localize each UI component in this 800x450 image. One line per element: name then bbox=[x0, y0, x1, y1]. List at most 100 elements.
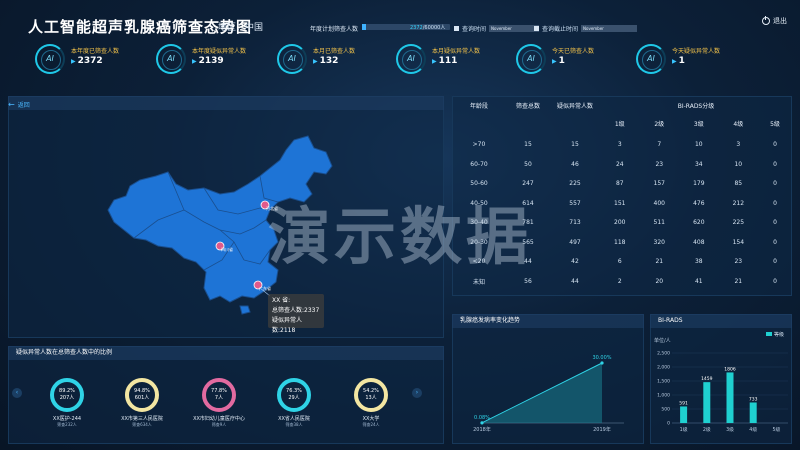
ratio-gauge[interactable]: 54.2% 13人 XX大学 筛查24人 bbox=[336, 378, 406, 428]
table-cell: 50 bbox=[524, 160, 532, 168]
table-cell: 0 bbox=[773, 219, 777, 227]
trend-chart: 0.08% 2018年 30.00% 2019年 bbox=[473, 355, 624, 433]
exit-label: 退出 bbox=[773, 17, 787, 25]
table-cell: 41 bbox=[694, 277, 703, 285]
query-time-checkbox[interactable] bbox=[454, 26, 459, 31]
gauge-ring: 94.8% 601人 bbox=[125, 378, 159, 412]
table-cell: 23 bbox=[734, 258, 743, 266]
y-unit-label: 单位/人 bbox=[654, 337, 671, 344]
birads-bar bbox=[726, 372, 734, 423]
table-row: >70 15 15 3 7 10 3 0 bbox=[452, 135, 792, 155]
region-label: 地区：中国 bbox=[218, 23, 264, 33]
kpi-month-screened: AI 本月已筛查人数 132 bbox=[277, 44, 389, 76]
table-cell: 400 bbox=[653, 199, 665, 207]
gauge-ring: 76.3% 29人 bbox=[277, 378, 311, 412]
kpi-year-screened: AI 本年度已筛查人数 2372 bbox=[35, 44, 147, 76]
birads-chart: 等级 单位/人 0 500 1,000 1,500 2,000 2,500 591 1级 145… bbox=[654, 331, 788, 433]
table-cell: 24 bbox=[615, 160, 624, 168]
birads-bar bbox=[703, 382, 711, 423]
gauge-sub: 筛查634人 bbox=[132, 422, 152, 427]
table-cell: 10 bbox=[734, 160, 743, 168]
table-cell: 225 bbox=[732, 219, 745, 227]
ratio-gauge[interactable]: 76.3% 29人 XX省人民医院 筛查38人 bbox=[259, 378, 329, 428]
gauge-sub: 筛查38人 bbox=[285, 422, 303, 427]
table-cell: 557 bbox=[569, 199, 581, 207]
kpi-year-abnormal: AI 本年度疑似异常人数 2139 bbox=[156, 44, 268, 76]
ai-icon: AI bbox=[516, 44, 546, 74]
table-cell: 7 bbox=[657, 141, 662, 149]
query-time-input[interactable]: November bbox=[489, 25, 540, 32]
gauge-name: XX省人民医院 bbox=[278, 416, 310, 422]
kpi-label: 本年度已筛查人数 bbox=[71, 48, 120, 55]
gauge-count: 29人 bbox=[288, 395, 300, 401]
table-cell: 34 bbox=[694, 160, 703, 168]
plan-label: 年度计划筛查人数 bbox=[310, 26, 359, 33]
tooltip-title: XX 省: bbox=[272, 297, 291, 304]
tooltip-abnormal: 疑似异常人数:2118 bbox=[272, 317, 303, 334]
kpi-label: 本年度疑似异常人数 bbox=[192, 48, 247, 55]
gauge-pct: 54.2% bbox=[363, 388, 379, 394]
prev-arrow-button[interactable]: ‹ bbox=[12, 388, 22, 398]
ratio-gauge[interactable]: 94.8% 601人 XX市第三人民医院 筛查634人 bbox=[107, 378, 177, 428]
query-end-checkbox[interactable] bbox=[534, 26, 539, 31]
trend-title: 乳腺癌发病率变化趋势 bbox=[452, 314, 644, 328]
table-cell: 497 bbox=[569, 238, 581, 246]
table-cell: 44 bbox=[571, 277, 579, 285]
query-end-input[interactable]: November bbox=[581, 25, 638, 32]
trend-x-tick: 2018年 bbox=[473, 426, 491, 433]
query-time-group: 查询时间 November bbox=[454, 24, 540, 33]
gauge-pct: 77.8% bbox=[211, 388, 227, 394]
table-cell: 21 bbox=[655, 258, 664, 266]
birads-x-tick: 5级 bbox=[772, 426, 780, 433]
birads-bar-label: 591 bbox=[679, 400, 688, 406]
plan-value: 2372/60000人 bbox=[410, 24, 445, 31]
query-end-label: 查询截止时间 bbox=[542, 26, 579, 33]
table-cell: 15 bbox=[524, 141, 532, 149]
table-cell: 0 bbox=[773, 238, 777, 246]
gauge-name: XX大学 bbox=[362, 416, 380, 422]
table-cell: 118 bbox=[614, 238, 626, 246]
table-cell: 0 bbox=[773, 258, 777, 266]
table-cell: 0 bbox=[773, 199, 777, 207]
grade-1: 1级 bbox=[614, 120, 625, 128]
table-row: 60-70 50 46 24 23 34 10 0 bbox=[452, 155, 792, 175]
map-region-hainan bbox=[239, 305, 251, 315]
gauge-name: XX市妇幼儿童医疗中心 bbox=[193, 416, 245, 422]
table-cell: 46 bbox=[571, 160, 579, 168]
table-cell: 154 bbox=[732, 238, 745, 246]
table-cell: 0 bbox=[773, 160, 777, 168]
birads-y-tick: 1,000 bbox=[657, 393, 670, 399]
grade-5: 5级 bbox=[770, 120, 780, 128]
table-cell: 38 bbox=[694, 258, 703, 266]
query-end-group: 查询截止时间 November bbox=[534, 24, 638, 33]
ai-icon: AI bbox=[277, 44, 307, 74]
ai-icon: AI bbox=[156, 44, 186, 74]
ratio-gauge[interactable]: 77.8% 7人 XX市妇幼儿童医疗中心 筛查9人 bbox=[184, 378, 254, 428]
table-cell: 225 bbox=[569, 180, 581, 188]
tooltip-total: 总筛查人数:2337 bbox=[272, 307, 320, 314]
back-button[interactable]: ← 返回 bbox=[8, 100, 30, 109]
exit-button[interactable]: 退出 bbox=[762, 16, 787, 26]
table-cell: 85 bbox=[734, 180, 743, 188]
table-cell: 151 bbox=[614, 199, 626, 207]
kpi-value: 1 bbox=[552, 56, 565, 66]
table-cell: 212 bbox=[732, 199, 745, 207]
table-cell: 23 bbox=[655, 160, 664, 168]
next-arrow-button[interactable]: › bbox=[412, 388, 422, 398]
table-cell: 0 bbox=[773, 141, 777, 149]
kpi-value: 111 bbox=[432, 56, 458, 66]
table-cell: 3 bbox=[736, 141, 741, 149]
kpi-label: 本月已筛查人数 bbox=[313, 48, 356, 55]
ai-icon: AI bbox=[35, 44, 65, 74]
trend-point bbox=[600, 361, 604, 365]
birads-y-tick: 2,000 bbox=[657, 365, 670, 371]
grade-3: 3级 bbox=[693, 120, 704, 128]
gauge-ring: 54.2% 13人 bbox=[354, 378, 388, 412]
birads-title: BI-RADS bbox=[650, 314, 792, 328]
gauge-count: 207人 bbox=[59, 395, 75, 401]
ratio-gauge[interactable]: 89.2% 207人 XX医护-244 筛查232人 bbox=[32, 378, 102, 428]
gauge-pct: 94.8% bbox=[134, 388, 150, 394]
birads-y-tick: 500 bbox=[661, 407, 670, 413]
gauge-count: 13人 bbox=[365, 395, 377, 401]
grade-4: 4级 bbox=[733, 120, 744, 128]
